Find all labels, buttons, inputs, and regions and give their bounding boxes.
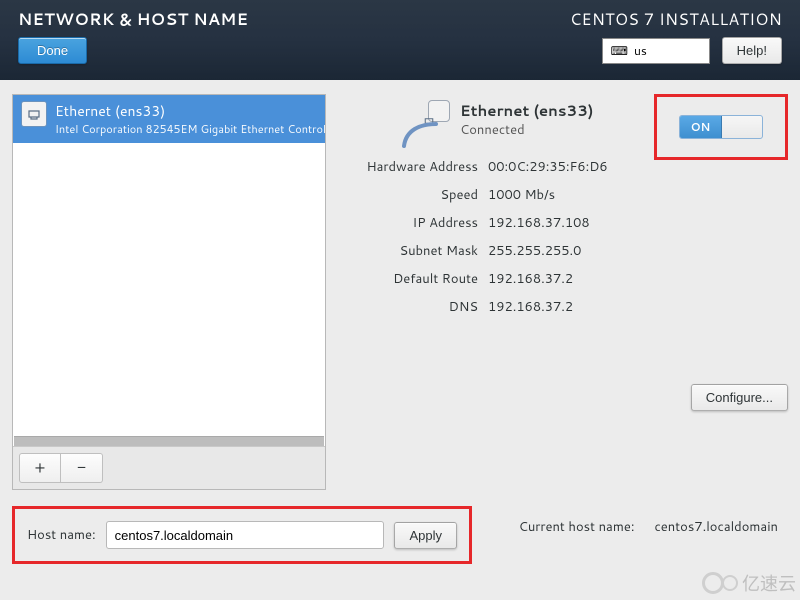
- help-button[interactable]: Help!: [722, 37, 782, 64]
- field-label: Hardware Address: [338, 158, 478, 176]
- interface-list[interactable]: Ethernet (ens33) Intel Corporation 82545…: [13, 95, 325, 436]
- hostname-label: Host name:: [27, 526, 96, 544]
- interface-list-item[interactable]: Ethernet (ens33) Intel Corporation 82545…: [13, 95, 325, 143]
- keyboard-layout-indicator[interactable]: ⌨ us: [602, 38, 710, 64]
- field-label: Speed: [338, 186, 478, 204]
- apply-hostname-button[interactable]: Apply: [394, 522, 457, 549]
- top-bar: NETWORK & HOST NAME Done CENTOS 7 INSTAL…: [0, 0, 800, 80]
- interface-list-panel: Ethernet (ens33) Intel Corporation 82545…: [12, 94, 326, 490]
- watermark-text: 亿速云: [742, 570, 796, 596]
- ethernet-port-icon: [428, 100, 450, 122]
- connection-toggle[interactable]: ON: [679, 115, 763, 139]
- configure-button[interactable]: Configure...: [691, 384, 788, 411]
- keyboard-icon: ⌨: [611, 42, 628, 59]
- field-value: 192.168.37.2: [488, 270, 788, 288]
- installer-title: CENTOS 7 INSTALLATION: [570, 8, 782, 31]
- toggle-on-label: ON: [680, 116, 722, 138]
- field-value: 00:0C:29:35:F6:D6: [488, 158, 788, 176]
- field-label: IP Address: [338, 214, 478, 232]
- field-value: 255.255.255.0: [488, 242, 788, 260]
- toggle-knob: [722, 116, 762, 138]
- hostname-input[interactable]: [106, 521, 385, 549]
- done-button[interactable]: Done: [18, 37, 87, 64]
- remove-interface-button[interactable]: −: [61, 453, 103, 483]
- field-label: Default Route: [338, 270, 478, 288]
- page-title: NETWORK & HOST NAME: [18, 8, 248, 31]
- field-value: 192.168.37.2: [488, 298, 788, 316]
- details-fields: Hardware Address 00:0C:29:35:F6:D6 Speed…: [334, 158, 788, 316]
- keyboard-layout-label: us: [634, 42, 647, 59]
- horizontal-scrollbar[interactable]: [14, 436, 324, 446]
- current-hostname: Current host name: centos7.localdomain: [519, 518, 788, 536]
- ethernet-port-icon: [21, 101, 47, 127]
- field-label: DNS: [338, 298, 478, 316]
- interface-name: Ethernet (ens33): [55, 101, 325, 121]
- hostname-highlight: Host name: Apply: [12, 506, 472, 564]
- ethernet-cable-icon: [406, 100, 450, 144]
- field-value: 192.168.37.108: [488, 214, 788, 232]
- watermark-icon: [722, 575, 738, 591]
- field-label: Subnet Mask: [338, 242, 478, 260]
- connection-toggle-highlight: ON: [654, 94, 788, 160]
- interface-toolbar: + −: [13, 446, 325, 489]
- watermark-icon: [702, 572, 724, 594]
- details-status: Connected: [460, 121, 593, 139]
- details-interface-name: Ethernet (ens33): [460, 100, 593, 121]
- interface-device-desc: Intel Corporation 82545EM Gigabit Ethern…: [55, 121, 325, 137]
- interface-details-panel: ON Ethernet (ens33) Connected Hardware A: [334, 94, 788, 411]
- watermark: 亿速云: [702, 570, 796, 596]
- current-hostname-label: Current host name:: [519, 518, 635, 536]
- content-area: Ethernet (ens33) Intel Corporation 82545…: [0, 80, 800, 600]
- field-value: 1000 Mb/s: [488, 186, 788, 204]
- add-interface-button[interactable]: +: [19, 453, 61, 483]
- current-hostname-value: centos7.localdomain: [654, 518, 778, 536]
